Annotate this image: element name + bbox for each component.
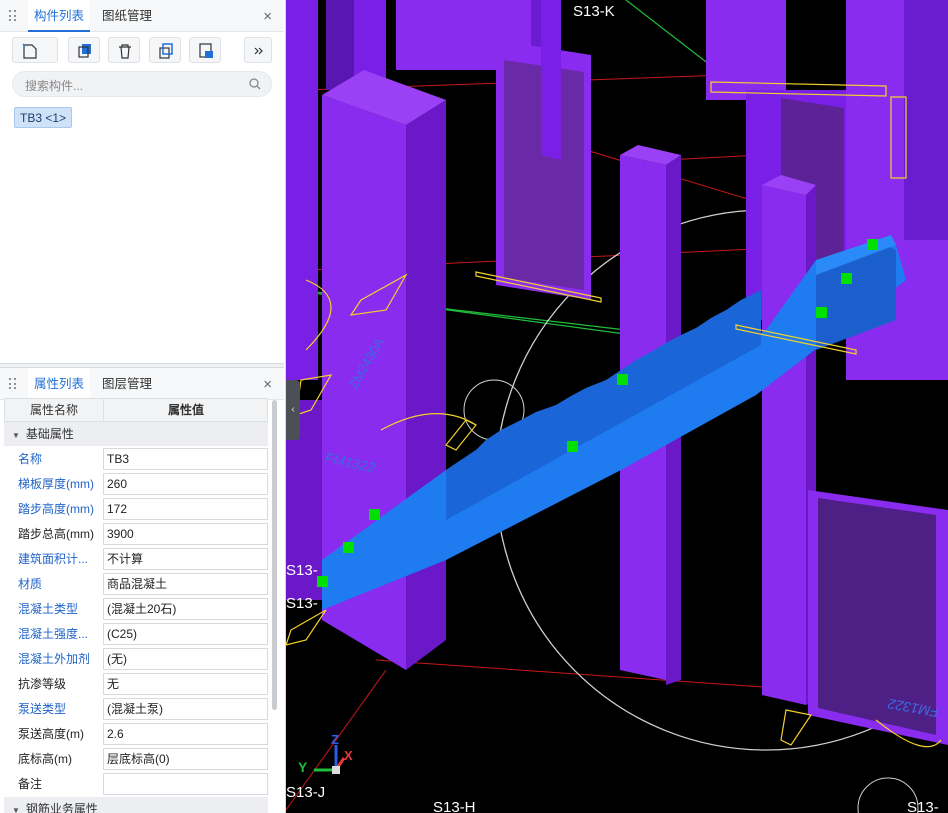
property-value-field[interactable]: (混凝土泵) [103, 698, 268, 720]
property-row[interactable]: 建筑面积计... 不计算 [4, 547, 268, 572]
property-name: 泵送类型 [18, 702, 67, 716]
property-name: 抗渗等级 [18, 677, 67, 691]
delete-button[interactable] [108, 37, 140, 63]
axis-z-label: Z [331, 732, 339, 747]
axis-x-label: X [344, 748, 353, 763]
property-row[interactable]: 泵送高度(m) 2.6 [4, 722, 268, 747]
tab-drawing-management[interactable]: 图纸管理 [96, 0, 158, 32]
property-name: 混凝土外加剂 [18, 652, 91, 666]
search-placeholder: 搜索构件... [25, 79, 84, 93]
group-rebar-properties[interactable]: ▼ 钢筋业务属性 [4, 797, 268, 813]
property-value-field[interactable]: (混凝土20石) [103, 598, 268, 620]
property-name: 材质 [18, 577, 43, 591]
collapse-triangle-icon[interactable]: ▼ [12, 424, 20, 448]
duplicate-button[interactable] [149, 37, 181, 63]
axis-label-s13-e: S13-E [907, 799, 939, 813]
property-name: 泵送高度(m) [18, 727, 84, 741]
property-value-field[interactable]: TB3 [103, 448, 268, 470]
property-row[interactable]: 踏步总高(mm) 3900 [4, 522, 268, 547]
property-name: 踏步高度(mm) [18, 502, 94, 516]
property-value-field[interactable]: 商品混凝土 [103, 573, 268, 595]
group-basic-properties[interactable]: ▼ 基础属性 [4, 422, 268, 446]
property-row[interactable]: 梯板厚度(mm) 260 [4, 472, 268, 497]
axis-label-s13-j: S13-J [286, 784, 326, 801]
copy-button[interactable] [68, 37, 100, 63]
property-value-field[interactable]: 层底标高(0) [103, 748, 268, 770]
property-value-field[interactable] [103, 773, 268, 795]
property-value-field[interactable]: 2.6 [103, 723, 268, 745]
new-component-button[interactable] [12, 37, 58, 63]
property-panel-header: 属性列表 图层管理 × [0, 368, 284, 400]
collapse-triangle-icon[interactable]: ▼ [12, 799, 20, 813]
property-value-field[interactable]: (C25) [103, 623, 268, 645]
property-value-field[interactable]: 不计算 [103, 548, 268, 570]
purple-columns [286, 0, 948, 745]
layer-copy-button[interactable] [189, 37, 221, 63]
close-icon[interactable]: × [263, 8, 272, 25]
3d-viewport[interactable]: ZM2430A FM1322 FM1322 Y Z X S13-K S13- S… [286, 0, 948, 813]
axis-label-s13-a: S13- [286, 562, 318, 579]
axis-label-s13-h: S13-H [433, 799, 476, 813]
component-toolbar [0, 34, 284, 68]
property-table-header: 属性名称 属性值 [4, 398, 268, 422]
property-name: 混凝土类型 [18, 602, 79, 616]
property-row[interactable]: 抗渗等级 无 [4, 672, 268, 697]
duplicate-icon [159, 43, 173, 59]
property-row[interactable]: 名称 TB3 [4, 447, 268, 472]
property-name: 名称 [18, 452, 43, 466]
property-name: 梯板厚度(mm) [18, 477, 94, 491]
axis-label-s13-k: S13-K [573, 3, 615, 20]
drag-grip-icon[interactable] [9, 378, 17, 390]
property-row[interactable]: 混凝土强度... (C25) [4, 622, 268, 647]
layer-copy-icon [199, 43, 213, 58]
more-icon [254, 47, 263, 55]
drag-grip-icon[interactable] [9, 10, 17, 22]
more-button[interactable] [244, 37, 272, 63]
property-value-field[interactable]: (无) [103, 648, 268, 670]
delete-icon [119, 44, 131, 59]
property-scrollbar[interactable] [272, 400, 277, 710]
left-panel: 构件列表 图纸管理 × 搜索构件... TB3 <1> 属性列表 图层管理 × … [0, 0, 286, 813]
component-panel-header: 构件列表 图纸管理 × [0, 0, 284, 32]
property-row[interactable]: 踏步高度(mm) 172 [4, 497, 268, 522]
property-row[interactable]: 混凝土类型 (混凝土20石) [4, 597, 268, 622]
property-row[interactable]: 材质 商品混凝土 [4, 572, 268, 597]
axis-label-s13-b: S13- [286, 595, 318, 612]
tab-property-list[interactable]: 属性列表 [28, 368, 91, 400]
close-icon[interactable]: × [263, 376, 272, 393]
property-name: 备注 [18, 777, 43, 791]
column-header-value: 属性值 [167, 403, 204, 417]
copy-icon [78, 44, 91, 58]
search-icon[interactable] [249, 78, 261, 90]
new-icon [22, 43, 37, 59]
collapse-panel-handle[interactable]: ‹ [286, 380, 300, 440]
3d-scene[interactable]: ZM2430A FM1322 FM1322 Y Z X [286, 0, 948, 813]
property-name: 混凝土强度... [18, 627, 89, 641]
property-name: 底标高(m) [18, 752, 72, 766]
property-value-field[interactable]: 260 [103, 473, 268, 495]
tab-component-list[interactable]: 构件列表 [28, 0, 91, 32]
property-name: 建筑面积计... [18, 552, 89, 566]
property-value-field[interactable]: 172 [103, 498, 268, 520]
property-row[interactable]: 泵送类型 (混凝土泵) [4, 697, 268, 722]
property-value-field[interactable]: 3900 [103, 523, 268, 545]
property-row[interactable]: 混凝土外加剂 (无) [4, 647, 268, 672]
tab-layer-management[interactable]: 图层管理 [96, 368, 158, 400]
property-row[interactable]: 底标高(m) 层底标高(0) [4, 747, 268, 772]
property-row[interactable]: 备注 [4, 772, 268, 797]
axis-y-label: Y [298, 759, 308, 775]
property-value-field[interactable]: 无 [103, 673, 268, 695]
component-item-tb3[interactable]: TB3 <1> [14, 107, 73, 128]
column-header-name: 属性名称 [5, 399, 104, 421]
search-input[interactable]: 搜索构件... [12, 71, 272, 97]
property-name: 踏步总高(mm) [18, 527, 94, 541]
